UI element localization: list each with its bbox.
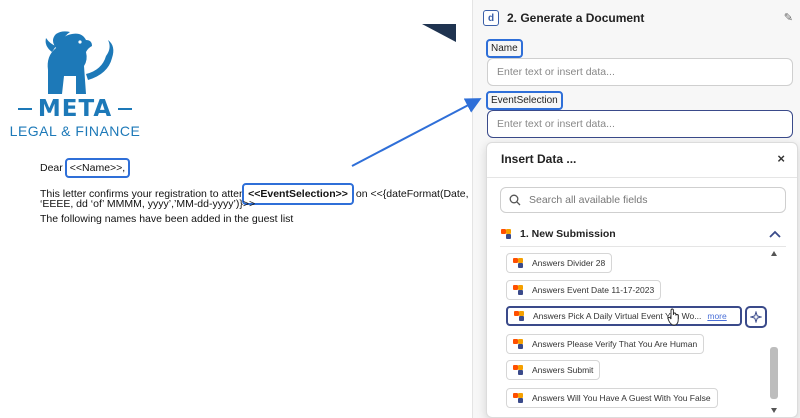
data-item-label: Answers Event Date 11-17-2023 [532,285,655,295]
hand-cursor-icon [667,308,679,326]
letter-greeting: Dear <<Name>>, [40,158,131,178]
data-item-divider-28[interactable]: Answers Divider 28 [506,253,613,273]
logo-name: META [37,96,113,122]
letter-dear: Dear [40,162,63,174]
zapier-app-icon [501,229,511,239]
zapier-app-icon [513,339,523,349]
zapier-app-icon [513,365,523,375]
name-field-input[interactable] [487,58,793,86]
panel-header: d 2. Generate a Document ✎ [473,0,800,36]
letter-line-4: The following names have been added in t… [40,213,294,225]
data-item-label: Answers Divider 28 [532,258,606,268]
name-token-highlight: <<Name>>, [64,158,131,178]
data-item-event-date[interactable]: Answers Event Date 11-17-2023 [506,280,662,300]
zapier-app-icon [514,311,524,321]
edit-pencil-icon[interactable]: ✎ [784,11,793,24]
scroll-up-arrow-icon[interactable] [771,251,777,256]
zapier-app-icon [513,258,523,268]
logo-text: META LEGAL & FINANCE [0,96,150,139]
letter-line-3: ‘EEEE, dd ‘of’ MMMM, yyyy’,’MM-dd-yyyy’)… [40,198,256,210]
group-title: 1. New Submission [520,228,616,240]
ai-sparkle-button[interactable] [745,306,767,328]
insert-data-popover: Insert Data ... × 1. New Submission Answ… [486,142,798,418]
lion-logo-icon [45,31,114,94]
letter-line2-after: on <<{dateFormat(Date, [355,188,469,200]
scroll-down-arrow-icon[interactable] [771,408,777,413]
insert-data-title: Insert Data ... [501,152,577,166]
event-selection-field-label: EventSelection [486,91,563,110]
zapier-app-icon [513,393,523,403]
data-item-label: Answers Submit [532,365,594,375]
popover-divider [487,177,797,178]
step-title: 2. Generate a Document [507,11,645,25]
group-divider [500,246,786,247]
name-field-label: Name [486,39,523,58]
search-field[interactable] [500,187,786,213]
data-item-label: Answers Please Verify That You Are Human [532,339,698,349]
scrollbar[interactable] [770,249,778,414]
zapier-app-icon [513,285,523,295]
search-icon [509,194,521,206]
logo-dash-right [118,108,133,110]
logo-dash-left [17,108,32,110]
data-item-submit[interactable]: Answers Submit [506,360,601,380]
group-header-new-submission[interactable]: 1. New Submission [500,223,786,245]
scrollbar-thumb[interactable] [770,347,778,399]
sparkle-icon [750,311,762,323]
document-app-icon: d [483,10,499,26]
data-item-verify-human[interactable]: Answers Please Verify That You Are Human [506,334,705,354]
decorative-triangle [422,24,456,42]
data-item-guest-with-you[interactable]: Answers Will You Have A Guest With You F… [506,388,718,408]
event-selection-field-input[interactable] [487,110,793,138]
search-input[interactable] [529,194,779,206]
close-icon[interactable]: × [777,151,785,166]
data-item-label: Answers Will You Have A Guest With You F… [532,393,711,403]
event-selection-token-highlight: <<EventSelection>> [242,183,354,205]
logo-subtitle: LEGAL & FINANCE [9,123,141,139]
chevron-up-icon[interactable] [768,227,782,241]
document-preview: META LEGAL & FINANCE Dear <<Name>>, This… [0,0,470,418]
data-item-pick-daily-virtual-event[interactable]: Answers Pick A Daily Virtual Event You W… [506,306,742,326]
more-link[interactable]: more [707,311,726,321]
